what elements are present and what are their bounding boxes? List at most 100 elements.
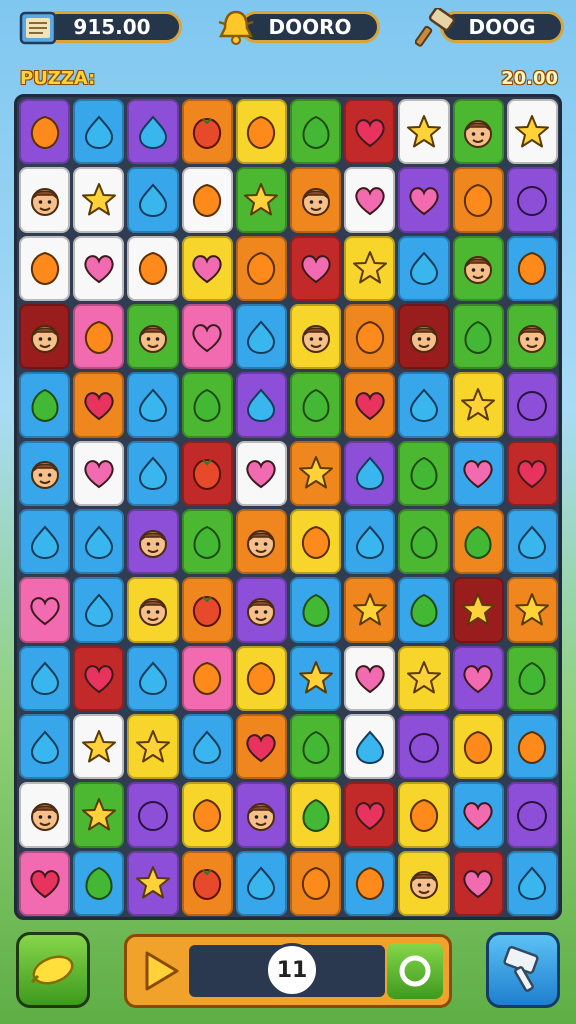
- hammer-icon[interactable]: [414, 8, 458, 48]
- tile-star[interactable]: [398, 99, 450, 165]
- tile-face[interactable]: [235, 782, 287, 848]
- tile-face[interactable]: [19, 304, 71, 370]
- tile-drop[interactable]: [344, 714, 396, 780]
- tile-gem[interactable]: [290, 850, 342, 916]
- tile-face[interactable]: [290, 167, 342, 233]
- tile-rose[interactable]: [398, 167, 450, 233]
- tile-leaf[interactable]: [73, 850, 125, 916]
- tile-star[interactable]: [127, 850, 179, 916]
- tile-drop[interactable]: [344, 509, 396, 575]
- tile-gem[interactable]: [506, 714, 558, 780]
- tile-rose[interactable]: [344, 645, 396, 711]
- tile-face[interactable]: [127, 304, 179, 370]
- tile-tomato[interactable]: [181, 577, 233, 643]
- tile-rose[interactable]: [452, 440, 504, 506]
- tile-heart[interactable]: [506, 440, 558, 506]
- tile-drop[interactable]: [506, 509, 558, 575]
- tile-star[interactable]: [235, 167, 287, 233]
- tile-gem[interactable]: [19, 99, 71, 165]
- tile-star[interactable]: [452, 577, 504, 643]
- tile-drop[interactable]: [235, 850, 287, 916]
- tile-drop[interactable]: [127, 372, 179, 438]
- hammer-button[interactable]: [486, 932, 560, 1008]
- tile-face[interactable]: [19, 167, 71, 233]
- tile-star[interactable]: [73, 782, 125, 848]
- tile-heart[interactable]: [344, 99, 396, 165]
- tile-gem[interactable]: [452, 714, 504, 780]
- tile-star[interactable]: [506, 99, 558, 165]
- tile-gem[interactable]: [19, 235, 71, 301]
- tile-gem[interactable]: [235, 99, 287, 165]
- tile-drop[interactable]: [235, 372, 287, 438]
- tile-gem[interactable]: [235, 235, 287, 301]
- tile-face[interactable]: [398, 304, 450, 370]
- tile-star[interactable]: [127, 714, 179, 780]
- tile-leaf[interactable]: [452, 509, 504, 575]
- tile-leaf[interactable]: [452, 304, 504, 370]
- chest-icon[interactable]: [16, 8, 60, 48]
- tile-heart[interactable]: [73, 645, 125, 711]
- tile-leaf[interactable]: [290, 372, 342, 438]
- tile-face[interactable]: [19, 440, 71, 506]
- tile-face[interactable]: [506, 304, 558, 370]
- tile-rose[interactable]: [181, 304, 233, 370]
- tile-gem[interactable]: [398, 782, 450, 848]
- tile-heart[interactable]: [19, 850, 71, 916]
- tile-face[interactable]: [290, 304, 342, 370]
- tile-drop[interactable]: [344, 440, 396, 506]
- tile-leaf[interactable]: [398, 509, 450, 575]
- tile-star[interactable]: [506, 577, 558, 643]
- tile-star[interactable]: [344, 577, 396, 643]
- tile-gem[interactable]: [181, 782, 233, 848]
- tile-drop[interactable]: [398, 235, 450, 301]
- tile-gem[interactable]: [290, 509, 342, 575]
- tile-face[interactable]: [398, 850, 450, 916]
- bell-icon[interactable]: [214, 8, 258, 48]
- tile-plum[interactable]: [506, 372, 558, 438]
- tile-face[interactable]: [452, 235, 504, 301]
- tile-drop[interactable]: [127, 167, 179, 233]
- tile-star[interactable]: [290, 645, 342, 711]
- tile-tomato[interactable]: [181, 440, 233, 506]
- tile-leaf[interactable]: [181, 509, 233, 575]
- tile-drop[interactable]: [19, 509, 71, 575]
- tile-face[interactable]: [452, 99, 504, 165]
- tile-rose[interactable]: [290, 235, 342, 301]
- tile-leaf[interactable]: [398, 440, 450, 506]
- tile-leaf[interactable]: [290, 99, 342, 165]
- tile-plum[interactable]: [398, 714, 450, 780]
- tile-drop[interactable]: [127, 645, 179, 711]
- tile-face[interactable]: [127, 577, 179, 643]
- tile-rose[interactable]: [235, 440, 287, 506]
- tile-rose[interactable]: [19, 577, 71, 643]
- tile-gem[interactable]: [506, 235, 558, 301]
- tile-drop[interactable]: [181, 714, 233, 780]
- tile-gem[interactable]: [452, 167, 504, 233]
- tile-drop[interactable]: [127, 440, 179, 506]
- tile-gem[interactable]: [127, 235, 179, 301]
- tile-leaf[interactable]: [290, 714, 342, 780]
- tile-rose[interactable]: [344, 167, 396, 233]
- tile-drop[interactable]: [19, 714, 71, 780]
- tile-plum[interactable]: [127, 782, 179, 848]
- tile-gem[interactable]: [235, 645, 287, 711]
- tile-leaf[interactable]: [398, 577, 450, 643]
- tile-face[interactable]: [127, 509, 179, 575]
- tile-tomato[interactable]: [181, 99, 233, 165]
- tile-gem[interactable]: [344, 850, 396, 916]
- tile-rose[interactable]: [452, 645, 504, 711]
- tile-star[interactable]: [398, 645, 450, 711]
- tile-plum[interactable]: [506, 167, 558, 233]
- tile-heart[interactable]: [344, 782, 396, 848]
- tile-star[interactable]: [452, 372, 504, 438]
- tile-heart[interactable]: [344, 372, 396, 438]
- tile-gem[interactable]: [181, 645, 233, 711]
- tile-leaf[interactable]: [290, 577, 342, 643]
- tile-leaf[interactable]: [290, 782, 342, 848]
- tile-rose[interactable]: [181, 235, 233, 301]
- tile-leaf[interactable]: [19, 372, 71, 438]
- tile-leaf[interactable]: [506, 645, 558, 711]
- tile-face[interactable]: [19, 782, 71, 848]
- boost-button[interactable]: [16, 932, 90, 1008]
- tile-drop[interactable]: [398, 372, 450, 438]
